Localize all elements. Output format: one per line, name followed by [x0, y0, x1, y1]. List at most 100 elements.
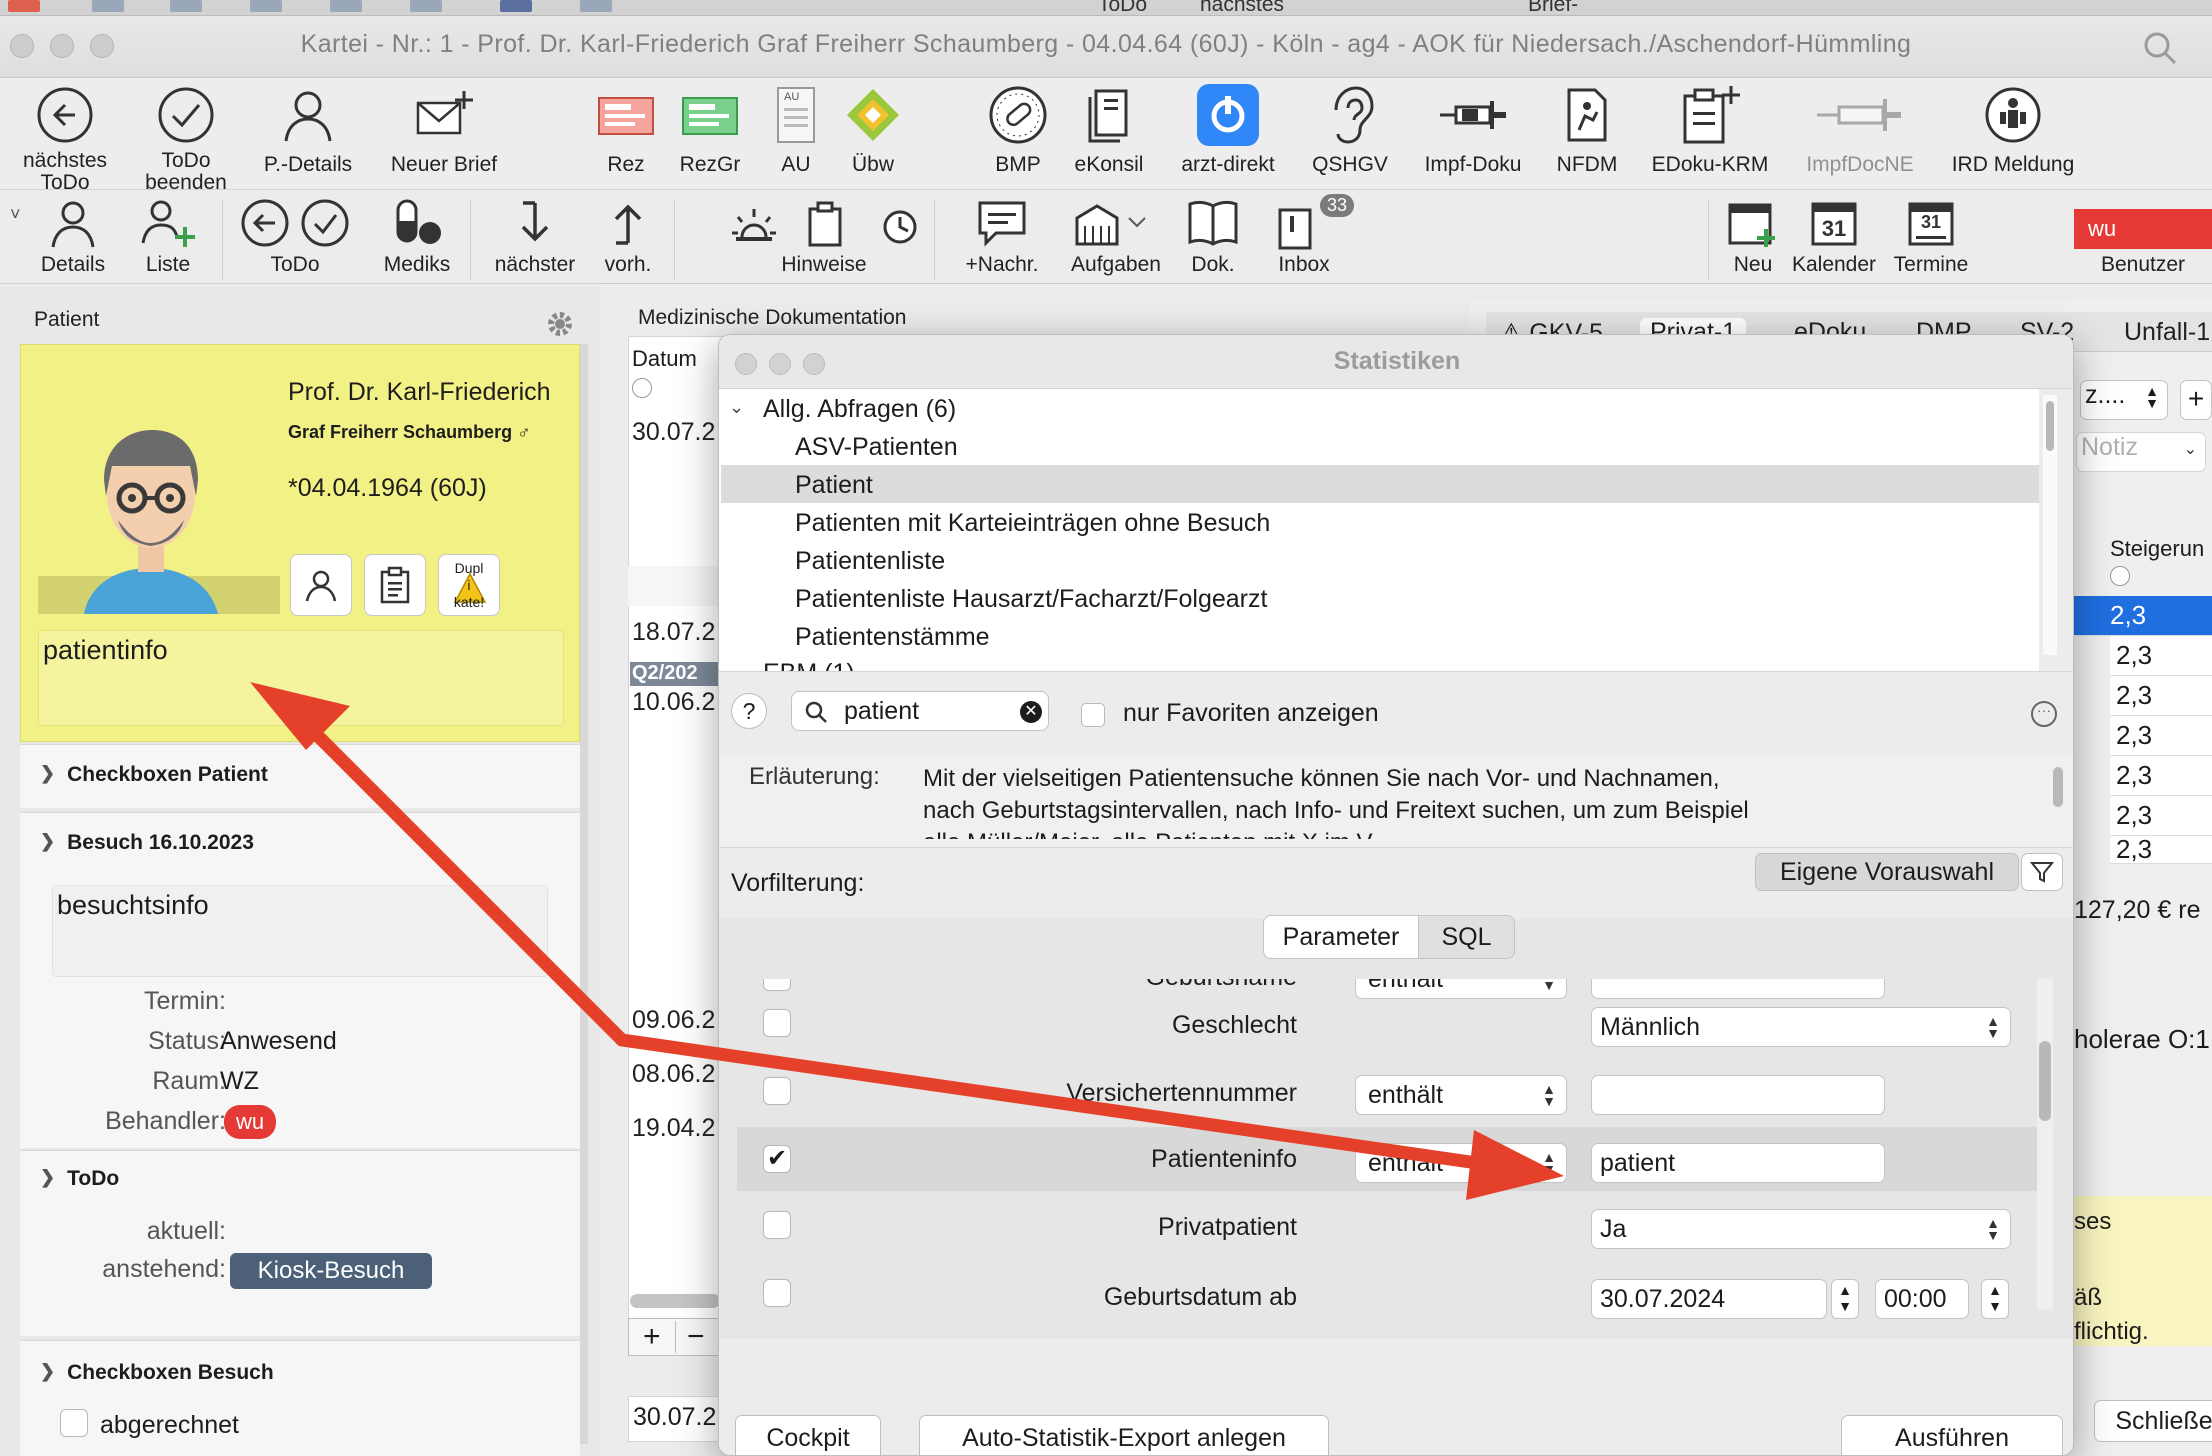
- tab-parameter[interactable]: Parameter: [1263, 915, 1419, 959]
- sort-radio[interactable]: [632, 378, 652, 398]
- param-checkbox[interactable]: [763, 1279, 791, 1307]
- section-toggle[interactable]: ❯ ToDo: [40, 1167, 119, 1191]
- appointments-button[interactable]: 31 Termine: [1886, 194, 1976, 276]
- factor-cell-selected[interactable]: 2,3: [2074, 596, 2212, 636]
- qshgv-button[interactable]: QSHGV: [1300, 80, 1400, 176]
- prescription-button[interactable]: Rez: [586, 80, 666, 176]
- birthdate-field[interactable]: 30.07.2024: [1591, 1279, 1827, 1319]
- sidebar-scrollbar[interactable]: [580, 344, 588, 1444]
- new-appointment-button[interactable]: Neu: [1724, 194, 1782, 276]
- details-button[interactable]: Details: [28, 194, 118, 276]
- param-checkbox[interactable]: [763, 1211, 791, 1239]
- factor-cell[interactable]: 2,3: [2110, 716, 2212, 756]
- patient-info-field[interactable]: patientinfo: [38, 630, 564, 726]
- query-list-scroll-thumb[interactable]: [2046, 401, 2054, 451]
- query-item[interactable]: ASV-Patienten: [795, 433, 958, 462]
- patient-details-button[interactable]: P.-Details: [250, 80, 366, 176]
- referral-button[interactable]: Übw: [834, 80, 912, 176]
- filter-dropdown[interactable]: z.... ▲ ▼: [2080, 380, 2168, 420]
- next-todo-button[interactable]: nächstes ToDo: [6, 80, 124, 194]
- calendar-button[interactable]: 31 Kalender: [1786, 194, 1882, 276]
- billed-checkbox[interactable]: [60, 1409, 88, 1437]
- tab-unfall[interactable]: Unfall-1: [2124, 318, 2210, 347]
- entry-date[interactable]: 10.06.2: [632, 688, 715, 717]
- entry-date[interactable]: 30.07.2: [632, 418, 715, 447]
- remove-entry-button[interactable]: −: [687, 1319, 705, 1355]
- time-stepper[interactable]: ▲ ▼: [1981, 1279, 2009, 1319]
- entry-date[interactable]: 18.07.2: [632, 618, 715, 647]
- previous-patient-button[interactable]: vorh.: [592, 194, 664, 276]
- gear-icon[interactable]: [544, 308, 576, 340]
- green-prescription-button[interactable]: RezGr: [670, 80, 750, 176]
- own-preselection-button[interactable]: Eigene Vorauswahl: [1755, 853, 2019, 891]
- factor-cell[interactable]: 2,3: [2110, 796, 2212, 836]
- horizontal-scrollbar[interactable]: [630, 1294, 720, 1308]
- param-value-field[interactable]: [1591, 979, 1885, 999]
- nfdm-button[interactable]: NFDM: [1546, 80, 1628, 176]
- clear-search-icon[interactable]: ✕: [1020, 701, 1042, 723]
- section-toggle[interactable]: ❯ Checkboxen Besuch: [40, 1361, 274, 1385]
- kiosk-visit-badge[interactable]: Kiosk-Besuch: [230, 1253, 432, 1289]
- param-checkbox[interactable]: [763, 1009, 791, 1037]
- hints-button[interactable]: Hinweise: [716, 194, 932, 276]
- user-button[interactable]: wu Benutzer: [2074, 194, 2212, 276]
- patient-info-checkbox[interactable]: ✔: [763, 1145, 791, 1173]
- entry-date[interactable]: 08.06.2: [632, 1060, 715, 1089]
- entry-date[interactable]: 09.06.2: [632, 1006, 715, 1035]
- insurance-number-field[interactable]: [1591, 1075, 1885, 1115]
- factor-cell[interactable]: 2,3: [2110, 836, 2212, 864]
- param-checkbox[interactable]: [763, 979, 791, 991]
- explanation-scroll-thumb[interactable]: [2053, 767, 2063, 807]
- query-search-field[interactable]: patient ✕: [791, 691, 1049, 731]
- factor-column-header[interactable]: Steigerun: [2110, 536, 2204, 562]
- run-button[interactable]: Ausführen: [1841, 1415, 2063, 1455]
- patient-info-field[interactable]: patient: [1591, 1143, 1885, 1183]
- parameter-scroll-thumb[interactable]: [2039, 1041, 2051, 1121]
- duplicate-warning-button[interactable]: Dupl i kate!: [438, 554, 500, 616]
- favorites-checkbox[interactable]: [1081, 703, 1105, 727]
- birthdate-stepper[interactable]: ▲ ▼: [1831, 1279, 1859, 1319]
- ekonsil-button[interactable]: eKonsil: [1064, 80, 1154, 176]
- date-column-header[interactable]: Datum: [632, 346, 697, 372]
- time-field[interactable]: 00:00: [1875, 1279, 1969, 1319]
- filter-button[interactable]: [2021, 853, 2063, 891]
- auto-export-button[interactable]: Auto-Statistik-Export anlegen: [919, 1415, 1329, 1455]
- impf-doku-button[interactable]: Impf-Doku: [1410, 80, 1536, 176]
- query-group[interactable]: Allg. Abfragen (6): [763, 395, 956, 424]
- query-item-selected[interactable]: Patient: [795, 471, 873, 500]
- inbox-button[interactable]: 33 Inbox: [1262, 194, 1355, 276]
- factor-cell[interactable]: 2,3: [2110, 676, 2212, 716]
- section-toggle[interactable]: ❯ Besuch 16.10.2023: [40, 831, 254, 855]
- patient-clipboard-button[interactable]: [364, 554, 426, 616]
- patient-avatar[interactable]: [38, 416, 280, 614]
- param-operator[interactable]: enthält ▲▼: [1355, 979, 1567, 999]
- gender-select[interactable]: Männlich ▲ ▼: [1591, 1007, 2011, 1047]
- sort-radio[interactable]: [2110, 566, 2130, 586]
- search-icon[interactable]: [2142, 30, 2178, 66]
- param-checkbox[interactable]: [763, 1077, 791, 1105]
- tasks-button[interactable]: Aufgaben: [1060, 194, 1172, 276]
- chevron-down-icon[interactable]: ⌄: [729, 397, 744, 418]
- query-item[interactable]: Patientenliste: [795, 547, 945, 576]
- more-options-icon[interactable]: ···: [2031, 701, 2057, 727]
- ird-meldung-button[interactable]: IRD Meldung: [1940, 80, 2086, 176]
- query-item[interactable]: Patienten mit Karteieinträgen ohne Besuc…: [795, 509, 1270, 538]
- add-entry-button[interactable]: +: [643, 1319, 661, 1355]
- factor-cell[interactable]: 2,3: [2110, 756, 2212, 796]
- new-message-button[interactable]: +Nachr.: [954, 194, 1050, 276]
- parameter-scrollbar[interactable]: [2037, 979, 2053, 1309]
- mediks-button[interactable]: Mediks: [374, 194, 460, 276]
- finish-todo-button[interactable]: ToDo beenden: [128, 80, 244, 194]
- impfdocne-button[interactable]: ImpfDocNE: [1790, 80, 1930, 176]
- list-button[interactable]: Liste: [124, 194, 212, 276]
- new-letter-button[interactable]: Neuer Brief: [376, 80, 512, 176]
- query-item[interactable]: Patientenstämme: [795, 623, 990, 652]
- documents-button[interactable]: Dok.: [1180, 194, 1246, 276]
- next-patient-button[interactable]: nächster: [480, 194, 590, 276]
- au-button[interactable]: AU AU: [758, 80, 834, 176]
- practitioner-badge[interactable]: wu: [224, 1105, 276, 1139]
- entry-date[interactable]: 19.04.2: [632, 1114, 715, 1143]
- private-patient-select[interactable]: Ja ▲ ▼: [1591, 1209, 2011, 1249]
- arzt-direkt-button[interactable]: arzt-direkt: [1166, 80, 1290, 176]
- bmp-button[interactable]: BMP: [978, 80, 1058, 176]
